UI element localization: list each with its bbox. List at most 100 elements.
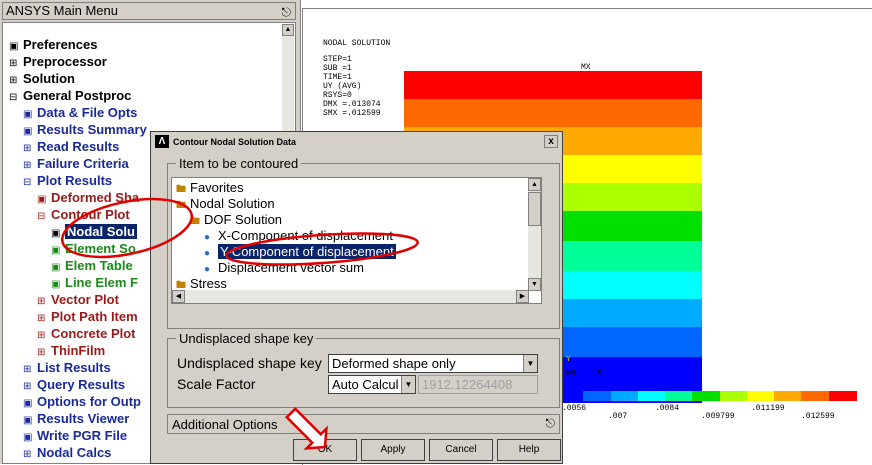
plot-info-line: RSYS=0 — [323, 91, 352, 100]
tree-vertical-scrollbar[interactable]: ▲ ▼ — [528, 178, 541, 291]
menu-item-options-for-outp[interactable]: ▣ Options for Outp — [23, 393, 141, 410]
plot-header: NODAL SOLUTION — [323, 39, 391, 48]
menu-item-label: Line Elem F — [65, 275, 138, 290]
collapse-icon[interactable]: ⊟ — [23, 174, 33, 191]
legend-tick-3: .011199 — [751, 404, 785, 413]
plot-info-line: UY (AVG) — [323, 82, 362, 91]
close-icon[interactable]: x — [544, 135, 558, 148]
cancel-button[interactable]: Cancel — [429, 439, 493, 461]
menu-item-deformed-sha[interactable]: ▣ Deformed Sha — [37, 189, 139, 206]
plot-info-line: SUB =1 — [323, 64, 352, 73]
mx-label: MX — [581, 63, 591, 72]
menu-item-label: Failure Criteria — [37, 156, 129, 171]
scroll-right-icon[interactable]: ▶ — [516, 290, 529, 303]
collapse-icon[interactable]: ⎋ — [282, 4, 292, 20]
menu-item-preferences[interactable]: ▣ Preferences — [9, 36, 97, 53]
menu-item-vector-plot[interactable]: ⊞ Vector Plot — [37, 291, 119, 308]
tree-item-dof-solution[interactable]: 🖿 DOF Solution — [190, 212, 282, 228]
undisplaced-shape-value: Deformed shape only — [332, 356, 456, 371]
menu-item-label: List Results — [37, 360, 111, 375]
menu-item-read-results[interactable]: ⊞ Read Results — [23, 138, 119, 155]
menu-item-element-so[interactable]: ▣ Element So — [51, 240, 136, 257]
menu-item-label: Results Viewer — [37, 411, 130, 426]
tree-item-label: Stress — [190, 276, 227, 291]
menu-item-general-postproc[interactable]: ⊟ General Postproc — [9, 87, 131, 104]
scale-factor-input[interactable]: 1912.12264408 — [418, 375, 538, 394]
legend-swatch — [746, 391, 776, 401]
help-button[interactable]: Help — [497, 439, 561, 461]
undisplaced-shape-select[interactable]: Deformed shape only ▼ — [328, 354, 538, 373]
tree-item-x-component-of-displacement[interactable]: ● X-Component of displacement — [204, 228, 393, 244]
plot-info-line: SMX =.012599 — [323, 109, 381, 118]
menu-item-nodal-solu[interactable]: ▣ Nodal Solu — [51, 223, 137, 240]
contour-band — [404, 99, 702, 129]
legend-tick-1: .0056 — [562, 404, 587, 413]
ansys-logo-icon: Λ — [155, 135, 169, 148]
menu-item-label: Plot Path Item — [51, 309, 138, 324]
menu-item-thinfilm[interactable]: ⊞ ThinFilm — [37, 342, 105, 359]
tree-item-displacement-vector-sum[interactable]: ● Displacement vector sum — [204, 260, 364, 276]
chevron-down-icon[interactable]: ▼ — [401, 376, 415, 393]
scroll-up-icon[interactable]: ▲ — [528, 178, 541, 191]
menu-item-label: Nodal Solu — [65, 224, 137, 239]
undisplaced-group: Undisplaced shape key — [167, 331, 560, 408]
tree-item-nodal-solution[interactable]: 🖿 Nodal Solution — [176, 196, 275, 212]
plot-info-line: STEP=1 — [323, 55, 352, 64]
menu-item-line-elem-f[interactable]: ▣ Line Elem F — [51, 274, 138, 291]
menu-item-elem-table[interactable]: ▣ Elem Table — [51, 257, 133, 274]
double-chevron-down-icon[interactable]: ⎋ — [546, 416, 556, 431]
scroll-up-icon[interactable]: ▲ — [282, 24, 294, 36]
tree-item-label: Favorites — [190, 180, 244, 195]
menu-item-results-summary[interactable]: ▣ Results Summary — [23, 121, 147, 138]
contour-nodal-solution-dialog: Λ Contour Nodal Solution Data x Item to … — [150, 131, 563, 464]
chevron-down-icon[interactable]: ▼ — [523, 355, 537, 372]
contour-legend — [556, 391, 857, 401]
scroll-thumb[interactable] — [528, 192, 541, 226]
menu-item-label: Results Summary — [37, 122, 147, 137]
menu-item-label: Vector Plot — [51, 292, 119, 307]
apply-button[interactable]: Apply — [361, 439, 425, 461]
scroll-down-icon[interactable]: ▼ — [528, 278, 541, 291]
contour-band — [404, 71, 702, 101]
menu-item-solution[interactable]: ⊞ Solution — [9, 70, 75, 87]
menu-item-contour-plot[interactable]: ⊟ Contour Plot — [37, 206, 130, 223]
menu-item-label: Elem Table — [65, 258, 133, 273]
collapse-icon[interactable]: ⊟ — [9, 89, 19, 106]
menu-item-preprocessor[interactable]: ⊞ Preprocessor — [9, 53, 107, 70]
menu-item-label: ThinFilm — [51, 343, 106, 358]
menu-item-label: Contour Plot — [51, 207, 130, 222]
additional-options-bar[interactable]: Additional Options ⎋ — [167, 414, 560, 434]
menu-item-list-results[interactable]: ⊞ List Results — [23, 359, 111, 376]
dialog-title: Contour Nodal Solution Data — [173, 137, 296, 147]
scroll-left-icon[interactable]: ◀ — [172, 290, 185, 303]
main-menu-title: ANSYS Main Menu ⎋ — [2, 2, 296, 20]
tree-item-favorites[interactable]: 🖿 Favorites — [176, 180, 243, 196]
folder-icon: 🖿 — [176, 200, 186, 211]
menu-item-query-results[interactable]: ⊞ Query Results — [23, 376, 125, 393]
menu-item-nodal-calcs[interactable]: ⊞ Nodal Calcs — [23, 444, 111, 461]
legend-swatch — [637, 391, 667, 401]
dialog-titlebar[interactable]: Λ Contour Nodal Solution Data x — [153, 134, 560, 150]
scale-factor-select[interactable]: Auto Calcul ▼ — [328, 375, 416, 394]
menu-item-failure-criteria[interactable]: ⊞ Failure Criteria — [23, 155, 129, 172]
menu-item-plot-path-item[interactable]: ⊞ Plot Path Item — [37, 308, 138, 325]
tree-horizontal-scrollbar[interactable]: ◀ ▶ — [172, 290, 529, 303]
legend-tick-6: .012599 — [801, 412, 835, 421]
tree-item-label: X-Component of displacement — [218, 228, 393, 243]
menu-item-results-viewer[interactable]: ▣ Results Viewer — [23, 410, 129, 427]
ok-button[interactable]: OK — [293, 439, 357, 461]
undisplaced-shape-label: Undisplaced shape key — [177, 355, 322, 371]
item-tree[interactable]: 🖿 Favorites 🖿 Nodal Solution 🖿 DOF Solution ● X… — [171, 177, 542, 304]
menu-item-label: Preferences — [23, 37, 98, 52]
legend-swatch — [801, 391, 830, 401]
menu-item-concrete-plot[interactable]: ⊞ Concrete Plot — [37, 325, 136, 342]
menu-item-label: Preprocessor — [23, 54, 107, 69]
legend-swatch — [610, 391, 639, 401]
menu-item-plot-results[interactable]: ⊟ Plot Results — [23, 172, 112, 189]
collapse-icon[interactable]: ⊟ — [37, 208, 47, 225]
menu-item-write-pgr-file[interactable]: ▣ Write PGR File — [23, 427, 127, 444]
menu-item-data-file-opts[interactable]: ▣ Data & File Opts — [23, 104, 137, 121]
scale-factor-select-value: Auto Calcul — [332, 377, 399, 392]
menu-item-label: Deformed Sha — [51, 190, 140, 205]
tree-item-y-component-of-displacement[interactable]: ● Y-Component of displacement — [204, 244, 396, 260]
